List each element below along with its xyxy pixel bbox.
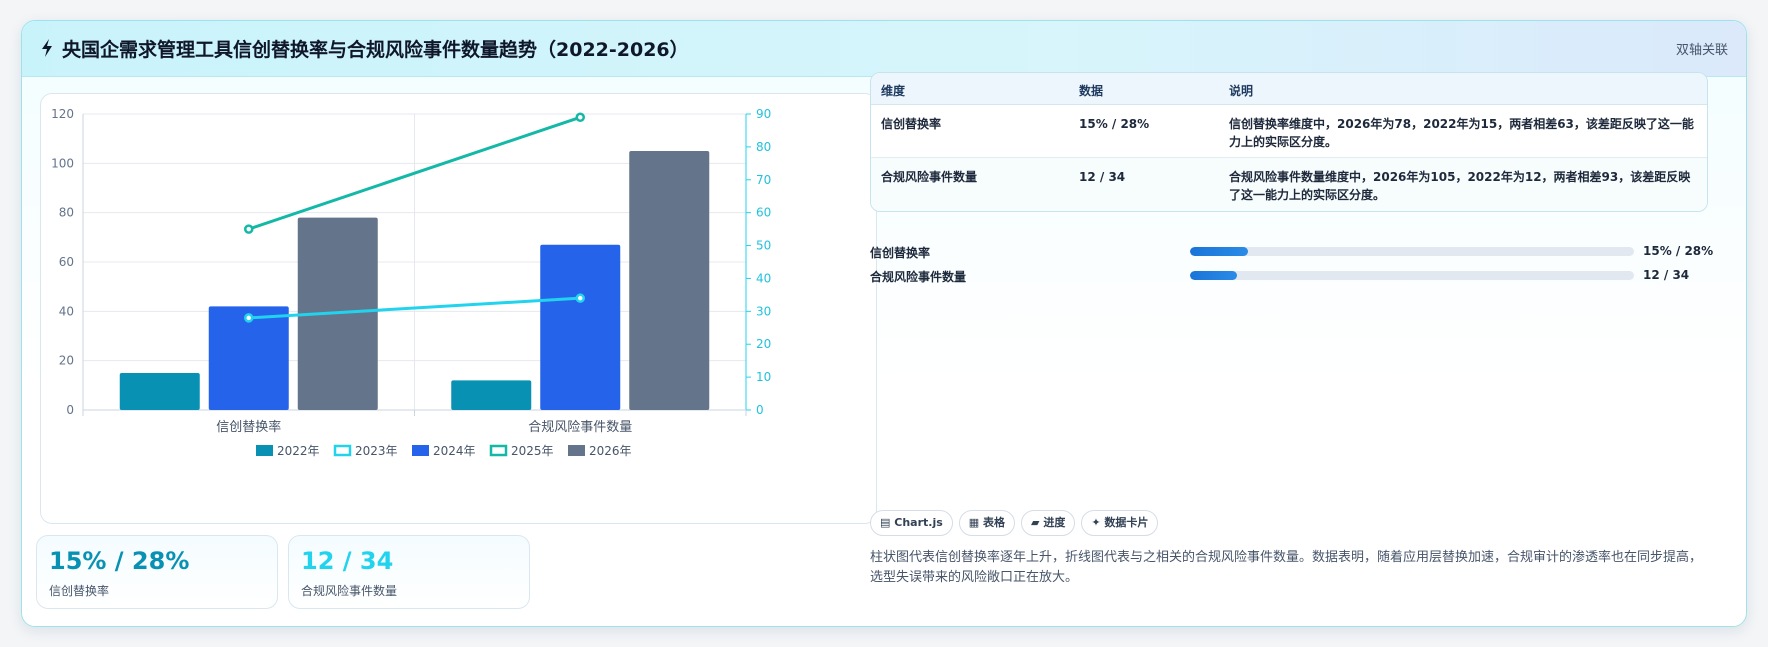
x-tick-label: 合规风险事件数量 [528,420,632,435]
card-header: 央国企需求管理工具信创替换率与合规风险事件数量趋势（2022-2026） 双轴关… [22,21,1746,77]
progress-row-2: 合规风险事件数量 12 / 34 [870,268,1710,284]
y2-tick-label: 40 [756,271,771,285]
table-cell-data: 12 / 34 [1079,170,1126,184]
point-2023年 [575,293,585,303]
dual-axis-tag[interactable]: 双轴关联 [1676,39,1728,58]
y-tick-label: 100 [51,156,74,170]
table-header-dimension: 维度 [881,84,906,98]
point-2025年 [575,112,585,123]
legend-swatch-2024年 [412,445,429,456]
chip-data-card[interactable]: ✦ 数据卡片 [1081,510,1159,536]
y2-tick-label: 30 [756,304,771,318]
legend-label: 2022年 [277,444,320,458]
table-cell-dimension: 合规风险事件数量 [881,170,978,184]
kpi-card-1: 15% / 28% 信创替换率 [36,535,278,609]
table-icon: ▤ [880,516,891,529]
legend-label: 2024年 [433,444,476,458]
chip-label: 进度 [1043,516,1066,529]
progress-track [1190,271,1634,280]
legend-swatch-2026年 [568,445,585,456]
chip-progress[interactable]: ▰ 进度 [1021,510,1076,536]
progress-value: 12 / 34 [1643,268,1690,282]
table-cell-data: 15% / 28% [1079,117,1150,131]
kpi-value: 12 / 34 [301,547,394,575]
bar-2022年 [451,380,532,410]
bar-2022年 [119,373,200,410]
kpi-label: 合规风险事件数量 [301,584,398,598]
table-cell-dimension: 信创替换率 [881,117,942,131]
y-tick-label: 60 [59,255,74,269]
table-cell-description: 合规风险事件数量维度中，2026年为105，2022年为12，两者相差93，该差… [1229,170,1691,202]
point-2023年 [244,313,254,323]
tech-chips: ▤ Chart.js ▦ 表格 ▰ 进度 ✦ 数据卡片 [870,510,1164,536]
y-tick-label: 20 [59,354,74,368]
y-tick-label: 0 [66,403,74,417]
chip-label: Chart.js [894,516,943,529]
chip-table[interactable]: ▦ 表格 [958,510,1016,536]
progress-icon: ▰ [1031,516,1040,529]
data-table: 维度 数据 说明 信创替换率 15% / 28% 信创替换率维度中，2026年为… [870,72,1708,212]
lightning-icon [42,39,52,57]
table-cell-description: 信创替换率维度中，2026年为78，2022年为15，两者相差63，该差距反映了… [1229,117,1694,149]
progress-label: 信创替换率 [870,246,931,260]
y-tick-label: 80 [59,206,74,220]
y2-tick-label: 0 [756,403,764,417]
y2-tick-label: 60 [756,206,771,220]
y2-tick-label: 70 [756,173,771,187]
legend-label: 2025年 [511,444,554,458]
y2-tick-label: 50 [756,239,771,253]
point-2025年 [244,224,254,234]
progress-row-1: 信创替换率 15% / 28% [870,244,1714,260]
table-row: 合规风险事件数量 12 / 34 合规风险事件数量维度中，2026年为105，2… [871,158,1707,211]
chip-chartjs[interactable]: ▤ Chart.js [870,510,953,536]
x-tick-label: 信创替换率 [216,419,281,435]
kpi-value: 15% / 28% [49,547,190,575]
y-tick-label: 120 [51,107,74,121]
legend-label: 2023年 [355,444,398,458]
combo-chart: 0 20 40 60 80 100 120 0 10 20 30 40 50 60 70 80 90 信创替换率 合… [51,107,771,458]
grid-icon: ▦ [968,516,980,529]
legend-label: 2026年 [589,444,632,458]
y2-tick-label: 90 [756,107,771,121]
y2-tick-label: 80 [756,140,771,154]
legend-swatch-2025年 [489,444,508,457]
legend-swatch-2023年 [333,444,352,457]
progress-fill [1190,247,1248,256]
progress-label: 合规风险事件数量 [870,270,967,284]
y-tick-label: 40 [59,304,74,318]
legend-swatch-2022年 [256,445,273,456]
table-row: 信创替换率 15% / 28% 信创替换率维度中，2026年为78，2022年为… [871,105,1707,158]
chart-panel: 0 20 40 60 80 100 120 0 10 20 30 40 50 60 70 80 90 信创替换率 合… [40,93,877,524]
progress-track [1190,247,1634,256]
kpi-card-2: 12 / 34 合规风险事件数量 [288,535,530,609]
progress-value: 15% / 28% [1643,244,1714,258]
sparkle-icon: ✦ [1091,516,1101,529]
summary-text: 柱状图代表信创替换率逐年上升，折线图代表与之相关的合规风险事件数量。数据表明，随… [870,550,1703,585]
y2-tick-label: 20 [756,337,771,351]
progress-fill [1190,271,1237,280]
page-title: 央国企需求管理工具信创替换率与合规风险事件数量趋势（2022-2026） [62,39,689,61]
chip-label: 表格 [983,516,1006,529]
table-header-description: 说明 [1229,84,1254,98]
y2-tick-label: 10 [756,370,771,384]
table-header-row: 维度 数据 说明 [871,73,1707,105]
bar-2026年 [629,151,710,410]
chip-label: 数据卡片 [1104,516,1149,529]
kpi-label: 信创替换率 [49,584,110,598]
bar-2024年 [540,244,621,410]
table-header-data: 数据 [1079,84,1104,98]
